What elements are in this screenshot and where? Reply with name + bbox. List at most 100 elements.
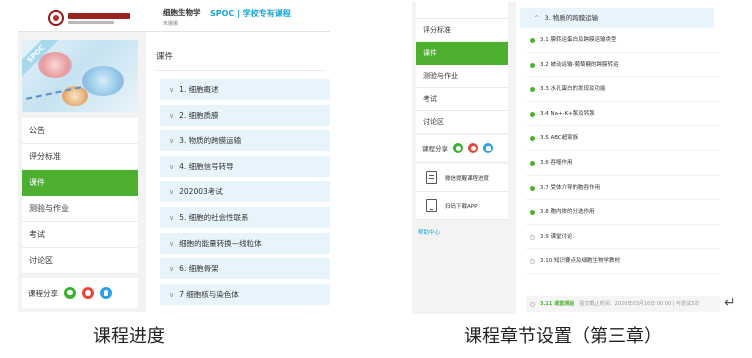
chapter-item[interactable]: ∨ 1. 细胞概述 <box>160 79 330 100</box>
weibo-icon[interactable] <box>468 143 478 153</box>
chapter-title: 6. 细胞骨架 <box>179 264 219 274</box>
status-dot-icon <box>530 38 535 43</box>
status-dot-icon <box>530 111 535 117</box>
chevron-down-icon: ∨ <box>169 265 175 274</box>
caption-left: 课程进度 <box>93 326 165 347</box>
status-dot-icon <box>530 87 535 93</box>
sidebar-item[interactable]: 评分标准 <box>22 144 138 170</box>
quiz-deadline: 提交截止时间：2020年03月16日 00:00 | 可尝试3次 <box>579 301 700 307</box>
lesson-item[interactable]: 3.7 受体介导的胞吞作用 <box>526 176 720 201</box>
lesson-title: 3.5 ABC超家族 <box>540 135 579 142</box>
wechat-progress-reminder[interactable]: 微信提醒课程进度 <box>416 164 508 192</box>
chapter-item[interactable]: ∨ 6. 细胞骨架 <box>160 258 330 280</box>
sidebar-item[interactable]: 评分标准 <box>416 19 508 42</box>
course-info: 细胞生物学 朱娜娜 <box>163 7 201 27</box>
status-dot-icon <box>530 136 535 142</box>
status-dot-icon <box>530 160 535 166</box>
lesson-item[interactable]: 3.9 课堂讨论 <box>526 225 720 250</box>
status-dot-icon <box>530 185 535 191</box>
chapter-panel: ^ 3. 物质的跨膜运输 3.1 膜转运蛋白及跨膜运输类型 3.2 被动运输-葡萄… <box>516 2 722 314</box>
sidebar-nav: 评分标准 课件 测验与作业 考试 讨论区 <box>416 19 508 134</box>
chapter-title: 3. 物质的跨膜运输 <box>179 136 242 146</box>
lesson-item[interactable]: 3.1 膜转运蛋白及跨膜运输类型 <box>526 28 720 53</box>
lesson-title: 3.10 知识要点及细胞生物学教材 <box>540 258 620 265</box>
chapter-item[interactable]: ∨ 4. 细胞信号转导 <box>160 155 330 177</box>
qq-icon[interactable] <box>100 287 112 299</box>
lesson-item[interactable]: 3.2 被动运输-葡萄糖的跨膜转运 <box>526 53 720 78</box>
section-header[interactable]: ^ 3. 物质的跨膜运输 <box>520 8 714 28</box>
course-sidebar: 评分标准 课件 测验与作业 考试 讨论区 课程分享 微信提醒课程进度 扫码下载APP 帮… <box>416 2 508 314</box>
lesson-item[interactable]: 3.6 吞噬作用 <box>526 151 720 176</box>
university-logo[interactable] <box>48 8 138 28</box>
chevron-down-icon: ∨ <box>169 290 175 299</box>
course-type-tag: SPOC | 学校专有课程 <box>210 9 291 18</box>
status-dot-icon <box>530 259 535 265</box>
chevron-down-icon: ∨ <box>169 111 175 120</box>
status-dot-icon <box>530 210 535 216</box>
share-label: 课程分享 <box>28 288 58 298</box>
chevron-down-icon: ∨ <box>169 188 175 197</box>
wechat-icon[interactable] <box>64 287 76 299</box>
chapter-item[interactable]: ∨ 7 细胞核与染色体 <box>160 283 330 305</box>
chevron-down-icon: ∨ <box>169 86 175 94</box>
weibo-icon[interactable] <box>82 287 94 299</box>
download-app[interactable]: 扫码下载APP <box>416 192 508 220</box>
sidebar-item[interactable]: 讨论区 <box>22 248 138 274</box>
course-cover-image: SPOC <box>22 40 138 112</box>
lesson-item[interactable]: 3.4 Na+-K+泵及钙泵 <box>526 102 720 127</box>
chapter-item[interactable]: ∨ 202003考试 <box>160 181 330 203</box>
chapter-item[interactable]: ∨ 2. 细胞质膜 <box>160 104 330 126</box>
help-center-link[interactable]: 帮助中心 <box>418 228 440 236</box>
chapter-item[interactable]: ∨ 3. 物质的跨膜运输 <box>160 130 330 152</box>
reminder-icon <box>426 171 437 184</box>
sidebar-item[interactable]: 考试 <box>416 88 508 111</box>
course-progress-screenshot: 细胞生物学 朱娜娜 SPOC | 学校专有课程 SPOC 公告 评分标准 课件 测验与… <box>18 2 330 312</box>
sidebar-item[interactable]: 测验与作业 <box>22 196 138 222</box>
course-share: 课程分享 <box>416 135 508 161</box>
chevron-down-icon: ∨ <box>169 239 175 248</box>
action-label: 扫码下载APP <box>445 203 478 210</box>
action-label: 微信提醒课程进度 <box>445 175 490 182</box>
course-header: 细胞生物学 朱娜娜 SPOC | 学校专有课程 <box>18 2 330 32</box>
lesson-quiz[interactable]: 3.11 课堂测验 提交截止时间：2020年03月16日 00:00 | 可尝试… <box>526 296 720 312</box>
chapter-list: ∨ 1. 细胞概述 ∨ 2. 细胞质膜 ∨ 3. 物质的跨膜运输 ∨ 4. 细胞信号转导 ∨ 20… <box>160 79 330 309</box>
lesson-item[interactable]: 3.5 ABC超家族 <box>526 126 720 151</box>
status-dot-icon <box>530 62 535 68</box>
chapter-title: 细胞的能量转换—线粒体 <box>179 238 262 248</box>
lesson-item[interactable]: 3.8 胞内体的分选作用 <box>526 200 720 225</box>
sidebar-nav: 公告 评分标准 课件 测验与作业 考试 讨论区 <box>22 118 138 274</box>
sidebar-item[interactable]: 考试 <box>22 222 138 248</box>
lesson-item[interactable]: 3.3 水孔蛋白的发现及功能 <box>526 77 720 102</box>
status-dot-icon <box>530 301 535 307</box>
lesson-title: 3.8 胞内体的分选作用 <box>540 209 595 216</box>
lesson-title: 3.3 水孔蛋白的发现及功能 <box>540 86 606 93</box>
courseware-panel: 课件 ∨ 1. 细胞概述 ∨ 2. 细胞质膜 ∨ 3. 物质的跨膜运输 ∨ 4. 细胞信号转导… <box>146 32 330 312</box>
lesson-title: 3.9 课堂讨论 <box>540 233 573 240</box>
course-name: 细胞生物学 <box>163 8 201 17</box>
university-wordmark <box>68 12 130 24</box>
return-arrow-icon: ↵ <box>724 295 736 311</box>
chapter-title: 1. 细胞概述 <box>179 85 219 94</box>
chapter-title: 202003考试 <box>179 187 223 197</box>
chevron-down-icon: ∨ <box>169 162 175 171</box>
lesson-title: 3.1 膜转运蛋白及跨膜运输类型 <box>540 37 617 43</box>
lesson-item[interactable]: 3.10 知识要点及细胞生物学教材 <box>526 249 720 274</box>
sidebar-item[interactable]: 讨论区 <box>416 111 508 134</box>
course-share: 课程分享 <box>22 278 138 308</box>
caption-right: 课程章节设置（第三章） <box>464 326 662 347</box>
chapter-item[interactable]: ∨ 细胞的能量转换—线粒体 <box>160 232 330 254</box>
sidebar-item[interactable]: 公告 <box>22 118 138 144</box>
sidebar-top-cut <box>416 2 508 19</box>
phone-icon <box>426 199 437 212</box>
qq-icon[interactable] <box>483 143 493 153</box>
sidebar-item[interactable]: 课件 <box>22 170 138 196</box>
page-title: 课件 <box>156 52 174 62</box>
lesson-title: 3.2 被动运输-葡萄糖的跨膜转运 <box>540 61 619 68</box>
sidebar-item[interactable]: 测验与作业 <box>416 65 508 88</box>
lesson-title: 3.7 受体介导的胞吞作用 <box>540 184 600 191</box>
chapter-title: 7 细胞核与染色体 <box>179 289 239 299</box>
university-seal-icon <box>48 10 64 26</box>
chapter-item[interactable]: ∨ 5. 细胞的社会性联系 <box>160 206 330 228</box>
wechat-icon[interactable] <box>453 143 463 153</box>
sidebar-item[interactable]: 课件 <box>416 42 508 65</box>
